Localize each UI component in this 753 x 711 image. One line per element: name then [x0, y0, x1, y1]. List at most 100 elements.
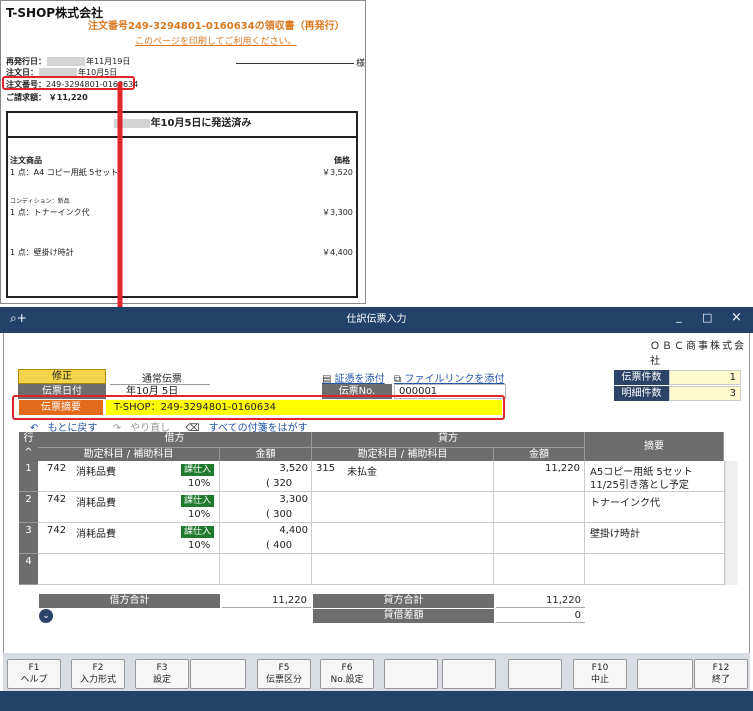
- receipt-sama: 様: [356, 59, 366, 69]
- fkey-code: F5: [278, 663, 290, 673]
- tax-category-badge: 課仕入: [181, 526, 215, 538]
- memo-field[interactable]: T-SHOP：249-3294801-0160634: [106, 400, 502, 415]
- credit-amount-cell[interactable]: [494, 523, 585, 554]
- fkey-f1[interactable]: F1 ヘルプ: [7, 659, 61, 689]
- receipt-item-price: ￥3,520: [322, 168, 353, 177]
- fkey-label: ヘルプ: [20, 675, 48, 685]
- memo-header: 摘要: [585, 432, 724, 461]
- debit-tax-amount: ( 300: [266, 509, 293, 520]
- tax-category-label: 課仕入: [181, 526, 215, 538]
- credit-account-cell[interactable]: [312, 492, 494, 523]
- fkey-f5[interactable]: F5 伝票区分: [257, 659, 311, 689]
- fkey-f3[interactable]: F3 設定: [135, 659, 189, 689]
- debit-tax-amount: ( 320: [266, 478, 293, 489]
- row-header: 行 ^: [19, 432, 38, 461]
- tax-rate: 10%: [188, 478, 211, 489]
- fkey-blank[interactable]: [384, 659, 438, 689]
- memo-label: 伝票摘要: [19, 400, 103, 415]
- credit-total-label: 貸方合計: [313, 594, 494, 608]
- search-plus-icon[interactable]: ⌕+: [10, 311, 27, 326]
- debit-account-name: 消耗品費: [76, 498, 116, 509]
- credit-header: 貸方: [312, 432, 585, 447]
- fkey-blank[interactable]: [442, 659, 496, 689]
- receipt-item-name: 1 点：A4 コピー用紙 5セット: [10, 168, 119, 177]
- debit-account-cell[interactable]: [38, 554, 220, 585]
- voucher-type: 通常伝票: [142, 374, 182, 385]
- fkey-f2[interactable]: F2 入力形式: [71, 659, 125, 689]
- credit-amount-header: 金額: [494, 447, 585, 461]
- fkey-f10[interactable]: F10 中止: [573, 659, 627, 689]
- expand-down-icon[interactable]: ⌄: [39, 609, 53, 623]
- row-number: 3: [19, 523, 38, 554]
- close-button[interactable]: ×: [731, 310, 742, 325]
- fkey-blank[interactable]: [637, 659, 693, 689]
- receipt-shipped-header: 年10月5日に発送済み: [6, 111, 358, 138]
- credit-account-cell[interactable]: [312, 523, 494, 554]
- receipt-item-price: ￥4,400: [322, 248, 353, 257]
- maximize-button[interactable]: □: [702, 311, 712, 324]
- debit-tax-amount: ( 400: [266, 540, 293, 551]
- fkey-code: F2: [92, 663, 104, 673]
- debit-account-code: 742: [47, 525, 67, 536]
- receipt-item-price: ￥3,300: [322, 208, 353, 217]
- tax-category-badge: 課仕入: [181, 495, 215, 507]
- debit-amount-cell[interactable]: [220, 554, 312, 585]
- receipt-condition: コンディション：新品: [10, 198, 70, 205]
- scrollbar[interactable]: [725, 461, 738, 585]
- receipt-order-title: 注文番号249-3294801-0160634の領収書（再発行）: [88, 21, 345, 32]
- tax-category-label: 課仕入: [181, 495, 215, 507]
- status-bar: [0, 691, 753, 711]
- fkey-f6[interactable]: F6 No.設定: [320, 659, 374, 689]
- credit-account-name: 未払金: [347, 467, 377, 478]
- attach-file-link[interactable]: ⧉ ファイルリンクを添付: [394, 370, 504, 385]
- fkey-label: No.設定: [330, 675, 364, 685]
- detail-count-label: 明細件数: [614, 386, 669, 401]
- tax-rate: 10%: [188, 509, 211, 520]
- collapse-icon[interactable]: ^: [24, 447, 32, 458]
- credit-amount: 11,220: [545, 463, 580, 474]
- fkey-code: F6: [341, 663, 353, 673]
- memo-line-2: 11/25引き落とし予定: [590, 480, 689, 491]
- debit-total-label: 借方合計: [39, 594, 220, 608]
- company-name: ＯＢＣ商事株式会社: [650, 341, 746, 367]
- receipt-item-name: 1 点：トナーインク代: [10, 208, 90, 217]
- mode-button[interactable]: 修正: [18, 369, 106, 384]
- credit-account-cell[interactable]: [312, 554, 494, 585]
- tax-rate: 10%: [188, 540, 211, 551]
- window-title: 仕訳伝票入力: [346, 314, 407, 325]
- fkey-blank[interactable]: [190, 659, 246, 689]
- balance-diff-label: 貸借差額: [313, 609, 494, 623]
- fkey-label: 終了: [711, 675, 730, 685]
- tax-category-badge: 課仕入: [181, 464, 215, 476]
- fkey-code: F10: [591, 663, 609, 673]
- slip-count-value: 1: [669, 370, 741, 385]
- debit-header: 借方: [38, 432, 312, 447]
- fkey-blank[interactable]: [508, 659, 562, 689]
- credit-amount-cell[interactable]: [494, 492, 585, 523]
- debit-account-code: 742: [47, 494, 67, 505]
- tax-category-label: 課仕入: [181, 464, 215, 476]
- debit-amount: 3,520: [279, 463, 308, 474]
- debit-account-name: 消耗品費: [76, 467, 116, 478]
- row-number: 4: [19, 554, 38, 585]
- fkey-label: 中止: [590, 675, 609, 685]
- minimize-button[interactable]: _: [676, 310, 682, 323]
- credit-account-header: 勘定科目 / 補助科目: [312, 447, 494, 461]
- debit-amount: 3,300: [279, 494, 308, 505]
- receipt-reissue-row: 再発行日： 年11月19日: [6, 57, 131, 66]
- fkey-code: F3: [156, 663, 168, 673]
- receipt-name-line: [236, 63, 354, 64]
- fkey-label: 伝票区分: [265, 675, 302, 685]
- credit-account-cell[interactable]: [312, 461, 494, 492]
- debit-amount: 4,400: [279, 525, 308, 536]
- debit-total-value: 11,220: [222, 594, 311, 608]
- memo-cell[interactable]: [585, 554, 725, 585]
- debit-account-code: 742: [47, 463, 67, 474]
- credit-amount-cell[interactable]: [494, 554, 585, 585]
- debit-account-header: 勘定科目 / 補助科目: [38, 447, 220, 461]
- memo-line-1: トナーインク代: [590, 498, 660, 509]
- debit-amount-header: 金額: [220, 447, 312, 461]
- attach-evidence-link[interactable]: ▤ 証憑を添付: [322, 370, 385, 385]
- memo-line-1: 壁掛け時計: [590, 529, 640, 540]
- fkey-f12[interactable]: F12 終了: [694, 659, 748, 689]
